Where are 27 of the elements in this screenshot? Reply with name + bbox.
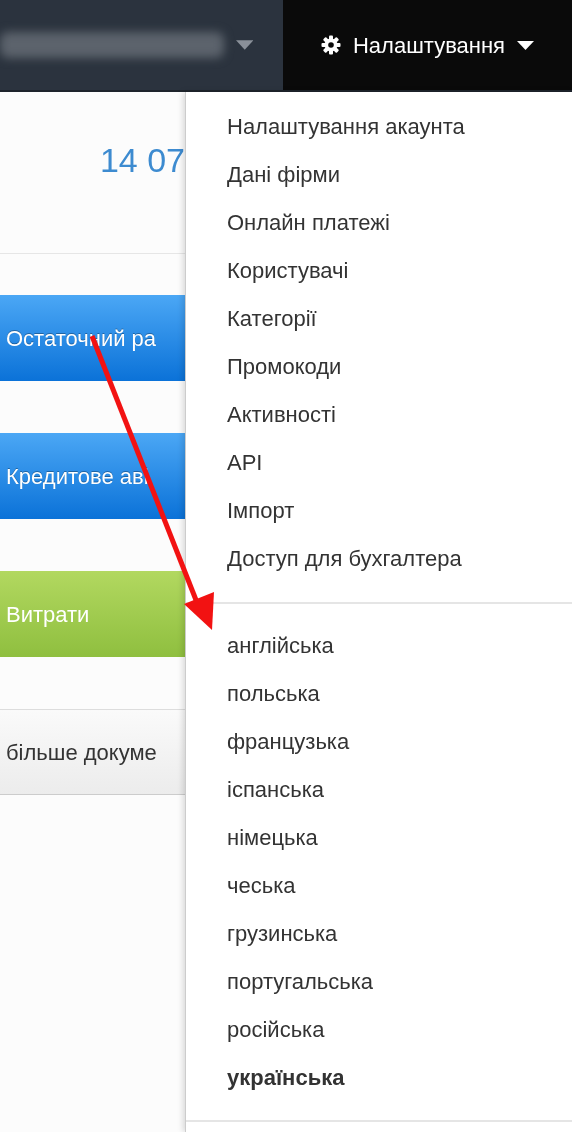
- menu-item[interactable]: Онлайн платежі: [186, 199, 572, 247]
- language-item[interactable]: грузинська: [186, 910, 572, 958]
- language-item[interactable]: чеська: [186, 862, 572, 910]
- menu-item[interactable]: API: [186, 439, 572, 487]
- action-button[interactable]: Остаточний ра: [0, 295, 185, 381]
- gear-icon: [320, 35, 341, 55]
- language-item[interactable]: німецька: [186, 814, 572, 862]
- menu-item[interactable]: Налаштування акаунта: [186, 103, 572, 151]
- language-item[interactable]: польська: [186, 670, 572, 718]
- menu-item[interactable]: Категорії: [186, 295, 572, 343]
- menu-item[interactable]: Дані фірми: [186, 151, 572, 199]
- settings-menu-button[interactable]: Налаштування: [283, 0, 572, 90]
- menu-item[interactable]: Промокоди: [186, 343, 572, 391]
- language-item[interactable]: французька: [186, 718, 572, 766]
- caret-icon: [517, 40, 535, 50]
- amount-text: 14 07: [99, 140, 185, 181]
- more-documents-button[interactable]: більше докуме: [0, 709, 185, 795]
- language-item[interactable]: іспанська: [186, 766, 572, 814]
- language-item[interactable]: російська: [186, 1006, 572, 1054]
- language-item[interactable]: португальська: [186, 958, 572, 1006]
- menu-item[interactable]: Користувачі: [186, 247, 572, 295]
- caret-icon[interactable]: [235, 40, 253, 50]
- language-item[interactable]: англійська: [186, 622, 572, 670]
- menu-item[interactable]: Імпорт: [186, 487, 572, 535]
- language-item[interactable]: українська: [186, 1054, 572, 1102]
- menu-item[interactable]: Активності: [186, 391, 572, 439]
- menu-item[interactable]: Доступ для бухгалтера: [186, 535, 572, 583]
